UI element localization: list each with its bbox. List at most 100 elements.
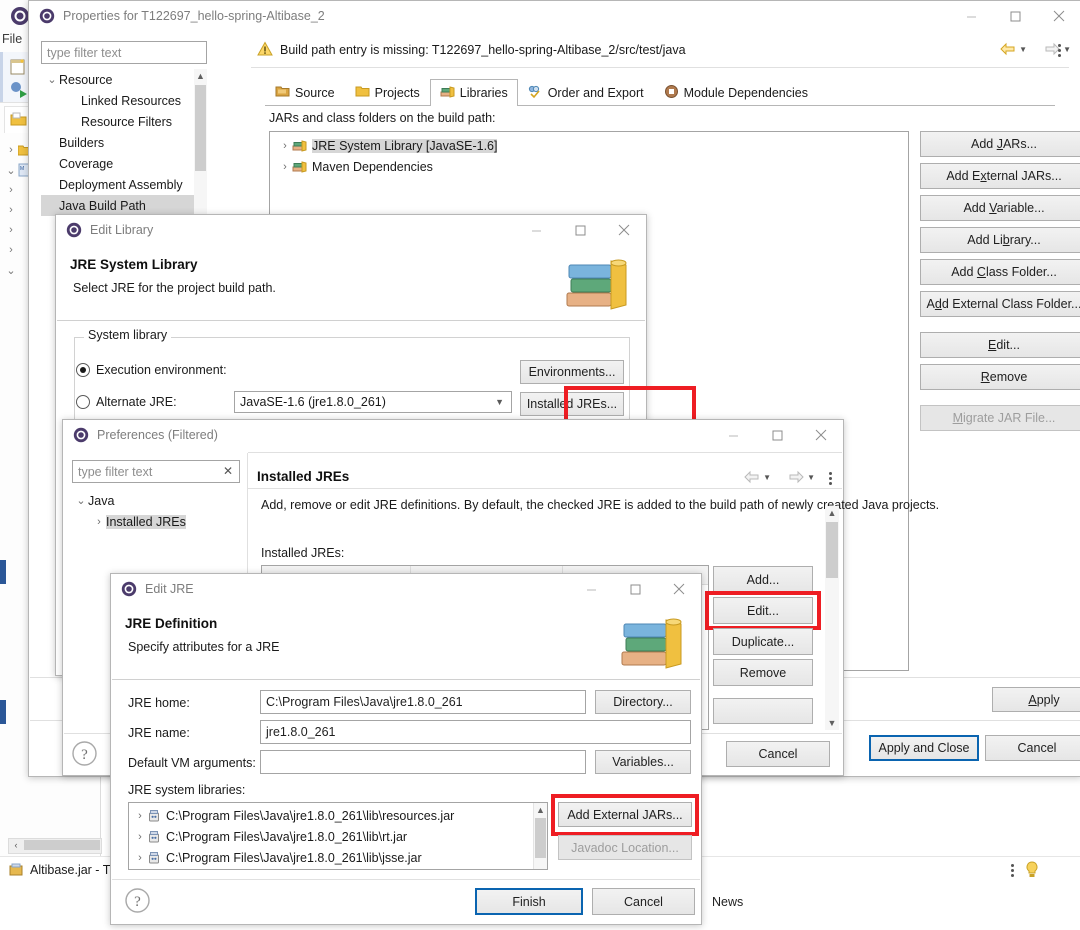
minimize-button[interactable] bbox=[949, 1, 993, 31]
jre-name-input[interactable]: jre1.8.0_261 bbox=[260, 720, 691, 744]
preferences-search-button-partial[interactable] bbox=[713, 698, 813, 724]
properties-tree-item[interactable]: ⌄ Resource bbox=[41, 69, 207, 90]
scroll-up-arrow-icon[interactable]: ▲ bbox=[194, 69, 207, 83]
close-button[interactable] bbox=[799, 420, 843, 450]
minimize-button[interactable] bbox=[711, 420, 755, 450]
chevron-down-icon[interactable]: ▼ bbox=[1063, 45, 1071, 54]
add-library-button[interactable]: Add Library... bbox=[920, 227, 1080, 253]
edit-button[interactable]: Edit... bbox=[920, 332, 1080, 358]
execution-environment-combo[interactable]: JavaSE-1.6 (jre1.8.0_261) ▼ bbox=[234, 391, 512, 413]
installed-jres-button[interactable]: Installed JREs... bbox=[520, 392, 624, 416]
remove-button[interactable]: Remove bbox=[920, 364, 1080, 390]
jre-libs-scrollbar[interactable]: ▲ bbox=[533, 803, 547, 869]
preferences-tree-item[interactable]: › Installed JREs bbox=[72, 511, 240, 532]
apply-and-close-button[interactable]: Apply and Close bbox=[869, 735, 979, 761]
preferences-help-icon[interactable]: ? bbox=[71, 740, 98, 770]
chevron-right-icon[interactable]: › bbox=[4, 244, 18, 256]
properties-tree-item[interactable]: Resource Filters bbox=[41, 111, 207, 132]
duplicate-jre-button[interactable]: Duplicate... bbox=[713, 628, 813, 655]
maximize-button[interactable] bbox=[755, 420, 799, 450]
scrollbar-thumb[interactable] bbox=[195, 85, 206, 171]
chevron-right-icon[interactable]: › bbox=[4, 204, 18, 216]
properties-tree-item[interactable]: Builders bbox=[41, 132, 207, 153]
edit-jre-help-icon[interactable]: ? bbox=[124, 887, 151, 917]
properties-filter-input[interactable]: type filter text bbox=[41, 41, 207, 64]
chevron-down-icon[interactable]: ⌄ bbox=[4, 264, 18, 277]
add-class-folder-button[interactable]: Add Class Folder... bbox=[920, 259, 1080, 285]
directory-button[interactable]: Directory... bbox=[595, 690, 691, 714]
tab-order-and-export[interactable]: Order and Export bbox=[518, 80, 654, 105]
add-external-class-folder-button[interactable]: Add External Class Folder... bbox=[920, 291, 1080, 317]
chevron-right-icon[interactable]: › bbox=[133, 810, 147, 822]
properties-tree-item[interactable]: Linked Resources bbox=[41, 90, 207, 111]
page-back-button[interactable]: ▼ bbox=[744, 470, 771, 484]
chevron-right-icon[interactable]: › bbox=[278, 140, 292, 152]
properties-tree[interactable]: ⌄ Resource Linked Resources Resource Filter… bbox=[41, 69, 207, 219]
chevron-right-icon[interactable]: › bbox=[92, 516, 106, 528]
minimize-button[interactable] bbox=[569, 574, 613, 604]
chevron-down-icon[interactable]: ▼ bbox=[763, 473, 771, 482]
environments-button[interactable]: Environments... bbox=[520, 360, 624, 384]
maximize-button[interactable] bbox=[613, 574, 657, 604]
edit-jre-button[interactable]: Edit... bbox=[713, 597, 813, 624]
chevron-down-icon[interactable]: ⌄ bbox=[45, 73, 59, 86]
scroll-up-arrow-icon[interactable]: ▲ bbox=[825, 506, 839, 520]
edit-jre-cancel-button[interactable]: Cancel bbox=[592, 888, 695, 915]
preferences-tree-item[interactable]: ⌄ Java bbox=[72, 490, 240, 511]
tab-source[interactable]: Source bbox=[265, 80, 345, 105]
list-item[interactable]: › C:\Program Files\Java\jre1.8.0_261\lib\… bbox=[129, 826, 547, 847]
finish-button[interactable]: Finish bbox=[475, 888, 583, 915]
properties-tree-item[interactable]: Coverage bbox=[41, 153, 207, 174]
scrollbar-thumb[interactable] bbox=[24, 840, 100, 850]
jre-home-input[interactable]: C:\Program Files\Java\jre1.8.0_261 bbox=[260, 690, 586, 714]
preferences-page-scrollbar[interactable]: ▲ ▼ bbox=[825, 506, 839, 730]
add-external-jars-button[interactable]: Add External JARs... bbox=[920, 163, 1080, 189]
execution-environment-radio[interactable]: Execution environment: bbox=[76, 363, 227, 377]
add-external-jars-button[interactable]: Add External JARs... bbox=[558, 802, 692, 827]
maximize-button[interactable] bbox=[558, 215, 602, 245]
close-button[interactable] bbox=[657, 574, 701, 604]
properties-tree-item[interactable]: Java Build Path bbox=[41, 195, 207, 216]
tab-libraries[interactable]: Libraries bbox=[429, 79, 518, 106]
properties-tab-strip[interactable]: Source Projects Libraries Order and Export M… bbox=[265, 78, 1055, 106]
apply-button[interactable]: Apply bbox=[992, 687, 1080, 712]
scroll-down-arrow-icon[interactable]: ▼ bbox=[825, 716, 839, 730]
add-variable-button[interactable]: Add Variable... bbox=[920, 195, 1080, 221]
properties-tree-scrollbar[interactable]: ▲ bbox=[194, 69, 207, 219]
add-jre-button[interactable]: Add... bbox=[713, 566, 813, 593]
chevron-right-icon[interactable]: › bbox=[133, 852, 147, 864]
debug-run-icon[interactable] bbox=[8, 78, 30, 103]
lightbulb-icon[interactable] bbox=[1024, 861, 1040, 879]
jre-system-libraries-list[interactable]: › C:\Program Files\Java\jre1.8.0_261\lib\… bbox=[128, 802, 548, 870]
tab-projects[interactable]: Projects bbox=[345, 80, 430, 105]
table-row[interactable]: › JRE System Library [JavaSE-1.6] bbox=[270, 135, 908, 156]
workbench-horizontal-scrollbar[interactable]: ‹ bbox=[8, 838, 102, 854]
variables-button[interactable]: Variables... bbox=[595, 750, 691, 774]
scroll-up-arrow-icon[interactable]: ▲ bbox=[534, 803, 547, 817]
chevron-right-icon[interactable]: › bbox=[4, 224, 18, 236]
chevron-down-icon[interactable]: ⌄ bbox=[4, 164, 18, 177]
minimize-button[interactable] bbox=[514, 215, 558, 245]
preferences-cancel-button[interactable]: Cancel bbox=[726, 741, 830, 767]
chevron-right-icon[interactable]: › bbox=[4, 184, 18, 196]
close-button[interactable] bbox=[602, 215, 646, 245]
scrollbar-thumb[interactable] bbox=[535, 818, 546, 858]
page-forward-button[interactable]: ▼ bbox=[788, 470, 815, 484]
properties-cancel-button[interactable]: Cancel bbox=[985, 735, 1080, 761]
alternate-jre-radio[interactable]: Alternate JRE: bbox=[76, 395, 177, 409]
list-item[interactable]: › C:\Program Files\Java\jre1.8.0_261\lib\… bbox=[129, 805, 547, 826]
close-button[interactable] bbox=[1037, 1, 1080, 31]
chevron-down-icon[interactable]: ▼ bbox=[495, 397, 504, 407]
vm-arguments-input[interactable] bbox=[260, 750, 586, 774]
scrollbar-thumb[interactable] bbox=[826, 522, 838, 578]
chevron-down-icon[interactable]: ▼ bbox=[1019, 45, 1027, 54]
view-menu-icon[interactable] bbox=[1058, 44, 1061, 57]
view-menu-icon[interactable] bbox=[829, 472, 832, 485]
chevron-down-icon[interactable]: ▼ bbox=[807, 473, 815, 482]
tab-module-dependencies[interactable]: Module Dependencies bbox=[654, 80, 818, 105]
chevron-down-icon[interactable]: ⌄ bbox=[74, 494, 88, 507]
remove-jre-button[interactable]: Remove bbox=[713, 659, 813, 686]
chevron-right-icon[interactable]: › bbox=[278, 161, 292, 173]
list-item[interactable]: › C:\Program Files\Java\jre1.8.0_261\lib\… bbox=[129, 847, 547, 868]
banner-back-button[interactable]: ▼ bbox=[1000, 42, 1027, 56]
